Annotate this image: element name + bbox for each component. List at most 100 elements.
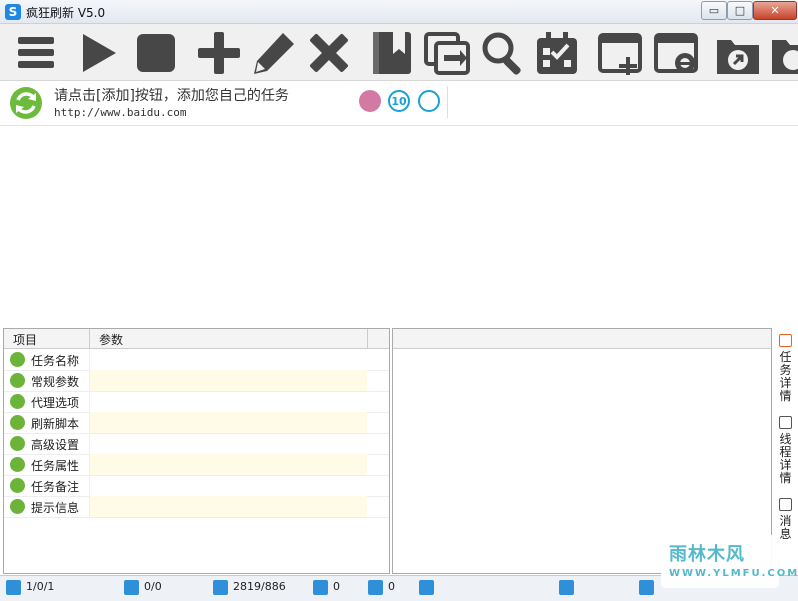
edit-icon xyxy=(254,33,294,74)
settings-icon xyxy=(10,436,25,451)
refresh-icon xyxy=(10,87,42,119)
folder-export-icon xyxy=(717,40,759,74)
circle-badge-icon[interactable] xyxy=(418,90,440,112)
import-button[interactable] xyxy=(768,28,798,78)
download-icon xyxy=(313,580,328,595)
table-row[interactable]: 代理选项 xyxy=(4,391,389,413)
menu-icon xyxy=(18,37,54,68)
row-value[interactable] xyxy=(90,349,367,370)
row-value[interactable] xyxy=(90,475,367,496)
tasks-icon xyxy=(6,580,21,595)
app-logo-icon: S xyxy=(5,4,21,20)
row-value[interactable] xyxy=(90,391,367,412)
divider xyxy=(367,329,368,348)
grid-header: 项目 参数 xyxy=(4,329,389,349)
minimize-button[interactable]: ▭ xyxy=(701,1,727,20)
divider xyxy=(447,86,448,118)
delete-button[interactable] xyxy=(304,28,354,78)
script-icon xyxy=(10,415,25,430)
search-button[interactable] xyxy=(478,28,528,78)
add-task-hint: 请点击[添加]按钮，添加您自己的任务 xyxy=(54,88,289,104)
cpu-icon[interactable] xyxy=(639,580,654,595)
close-button[interactable]: ✕ xyxy=(753,1,797,20)
tab-label: 线程详情 xyxy=(779,432,792,485)
stop-icon xyxy=(137,34,175,72)
property-grid: 项目 参数 任务名称 常规参数 代理选项 刷新脚本 高级设置 任务属性 任务备注… xyxy=(3,328,390,574)
table-row[interactable]: 任务属性 xyxy=(4,454,389,476)
table-row[interactable]: 刷新脚本 xyxy=(4,412,389,434)
copy-button[interactable] xyxy=(422,28,472,78)
task-count: 1/0/1 xyxy=(26,580,55,593)
row-value[interactable] xyxy=(90,370,367,391)
tab-thread-details[interactable]: 线程详情 xyxy=(773,414,798,485)
start-button[interactable] xyxy=(74,28,124,78)
phone-icon[interactable] xyxy=(559,580,574,595)
row-value[interactable] xyxy=(90,496,367,517)
export-button[interactable] xyxy=(713,28,763,78)
column-header-item[interactable]: 项目 xyxy=(13,331,37,348)
minimize-icon: ▭ xyxy=(708,4,720,17)
tab-messages[interactable]: 消息 xyxy=(773,496,798,541)
calendar-icon xyxy=(537,32,577,74)
ie-icon xyxy=(368,580,383,595)
ie-count: 0 xyxy=(388,580,395,593)
bookmark-button[interactable] xyxy=(367,28,417,78)
menu-button[interactable] xyxy=(12,28,62,78)
add-icon xyxy=(198,32,240,74)
network-icon xyxy=(10,394,25,409)
checkbox-icon[interactable] xyxy=(419,580,434,595)
notes-icon xyxy=(10,478,25,493)
task-list-empty-area xyxy=(0,126,798,326)
tab-task-details[interactable]: 任务详情 xyxy=(773,332,798,403)
row-value[interactable] xyxy=(90,454,367,475)
properties-icon xyxy=(10,457,25,472)
title-bar: S 疯狂刷新 V5.0 ▭ □ ✕ xyxy=(0,0,798,24)
row-label: 任务备注 xyxy=(31,480,80,494)
delete-icon xyxy=(310,34,348,72)
row-value[interactable] xyxy=(90,433,367,454)
list-icon xyxy=(10,373,25,388)
table-row[interactable]: 常规参数 xyxy=(4,370,389,392)
thread-count: 0/0 xyxy=(144,580,162,593)
row-label: 任务名称 xyxy=(31,354,80,368)
count-badge[interactable]: 10 xyxy=(388,90,410,112)
schedule-button[interactable] xyxy=(532,28,582,78)
new-window-button[interactable] xyxy=(596,28,646,78)
window-title: 疯狂刷新 V5.0 xyxy=(26,6,106,20)
bookmark-badge-icon[interactable] xyxy=(359,90,381,112)
row-value[interactable] xyxy=(90,412,367,433)
main-toolbar xyxy=(0,24,798,81)
memory-usage: 2819/886 xyxy=(233,580,286,593)
thread-details-icon xyxy=(779,416,792,429)
watermark-title: 雨林木风 xyxy=(669,544,745,565)
watermark-url: WWW.YLMFU.COM xyxy=(669,568,798,579)
row-label: 任务属性 xyxy=(31,459,80,473)
table-row[interactable]: 高级设置 xyxy=(4,433,389,455)
watermark-logo: 雨林木风 WWW.YLMFU.COM xyxy=(661,535,797,588)
play-icon xyxy=(83,34,116,72)
search-icon xyxy=(482,32,521,75)
row-label: 提示信息 xyxy=(31,501,80,515)
table-row[interactable]: 任务名称 xyxy=(4,349,389,371)
maximize-icon: □ xyxy=(734,4,746,17)
tab-label: 任务详情 xyxy=(779,350,792,403)
column-header-param[interactable]: 参数 xyxy=(99,331,123,348)
ie-window-icon xyxy=(654,33,698,73)
row-label: 刷新脚本 xyxy=(31,417,80,431)
copy-icon xyxy=(424,32,470,75)
row-label: 常规参数 xyxy=(31,375,80,389)
message-icon xyxy=(10,499,25,514)
download-count: 0 xyxy=(333,580,340,593)
table-row[interactable]: 提示信息 xyxy=(4,496,389,518)
memory-icon xyxy=(213,580,228,595)
threads-icon xyxy=(124,580,139,595)
detail-pane-header xyxy=(393,329,771,349)
ie-window-button[interactable] xyxy=(652,28,702,78)
task-url: http://www.baidu.com xyxy=(54,106,187,119)
stop-button[interactable] xyxy=(131,28,181,78)
table-row[interactable]: 任务备注 xyxy=(4,475,389,497)
maximize-button[interactable]: □ xyxy=(727,1,753,20)
row-label: 代理选项 xyxy=(31,396,80,410)
edit-button[interactable] xyxy=(249,28,299,78)
add-button[interactable] xyxy=(194,28,244,78)
